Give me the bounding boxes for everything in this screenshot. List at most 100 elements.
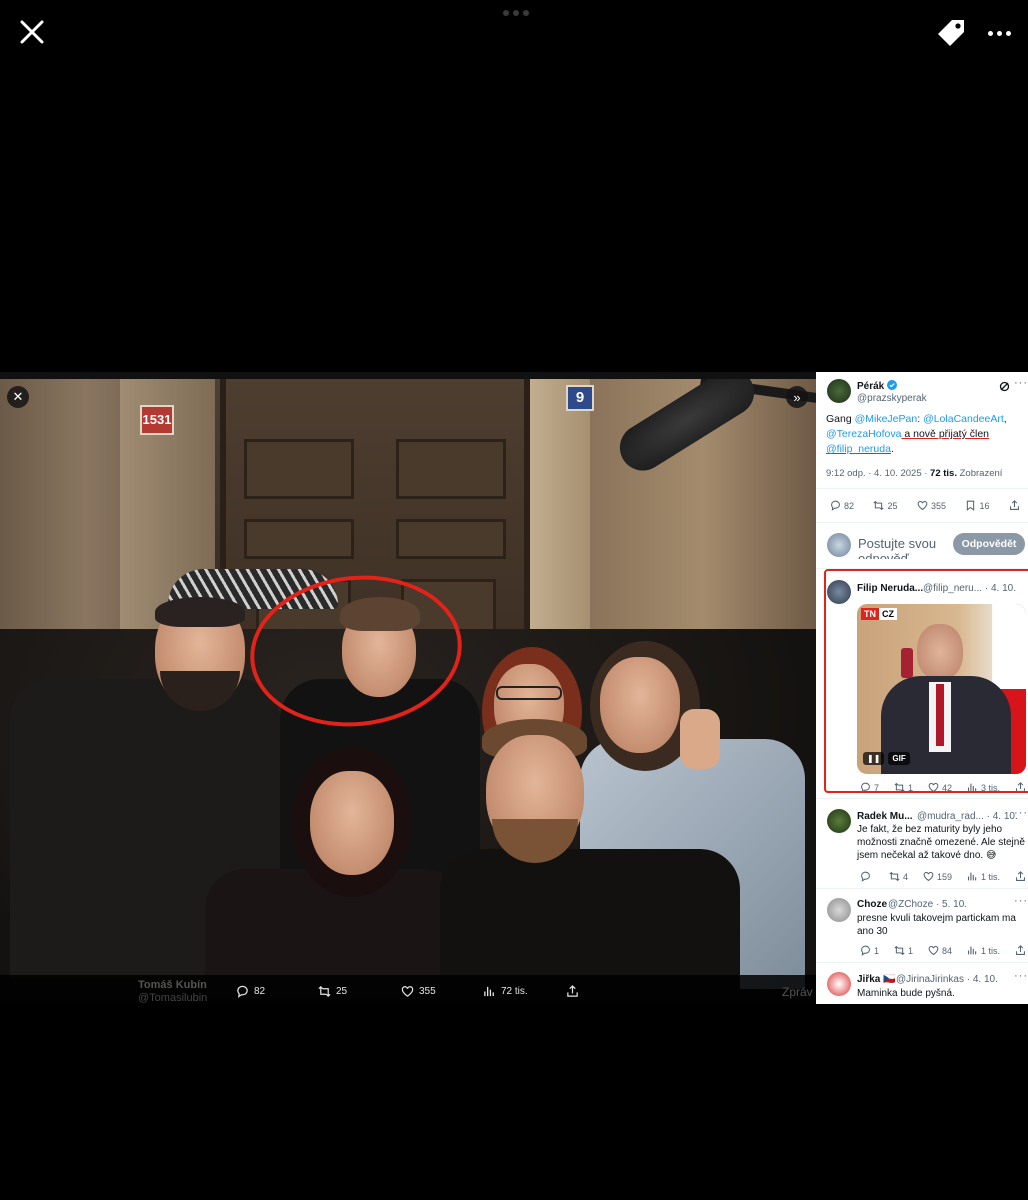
embedded-screenshot: 1531 9 ✕ » Tomáš Kubín @Tomasilubin 82 2… (0, 372, 1028, 1004)
tweet-text: Gang @MikeJePan: @LolaCandeeArt, @Tereza… (826, 413, 1007, 455)
heart-icon (917, 500, 928, 511)
retweet-icon (889, 871, 900, 882)
pause-icon[interactable]: ❚❚ (863, 752, 885, 765)
share-action[interactable] (566, 985, 579, 998)
mention-link[interactable]: @MikeJePan (855, 413, 918, 425)
reply-icon (861, 871, 870, 882)
heart-icon (928, 782, 939, 793)
verified-badge-icon (887, 380, 898, 390)
photo-action-bar: Tomáš Kubín @Tomasilubin 82 25 355 72 ti… (0, 975, 816, 1004)
tn-badge: TN (861, 608, 879, 620)
close-icon: ✕ (12, 389, 24, 404)
retweet-icon (894, 945, 905, 956)
views-action[interactable]: 72 tis. (483, 985, 528, 998)
reply-author-handle[interactable]: @mudra_rad... · 4. 10. (917, 811, 1018, 822)
views-chart-icon (484, 986, 494, 997)
reply-icon (237, 985, 248, 998)
retweet-stat[interactable]: 1 (894, 782, 913, 793)
retweet-stat[interactable]: 4 (889, 871, 908, 882)
like-stat[interactable]: 84 (928, 945, 952, 956)
reply-author-name[interactable]: Jiřka 🇨🇿 (857, 974, 896, 985)
close-button[interactable] (16, 16, 48, 48)
tweet-stats: 82 25 355 16 (830, 500, 1020, 511)
retweet-icon (318, 986, 331, 997)
mention-link[interactable]: @filip_neruda (826, 443, 891, 455)
reply-avatar[interactable] (827, 580, 851, 604)
views-stat[interactable]: 3 tis. (967, 782, 1000, 793)
reply-stat[interactable]: 82 (830, 500, 854, 511)
reply-more-icon[interactable]: ··· (1014, 895, 1028, 907)
next-label: Zpráv (782, 985, 813, 999)
views-chart-icon (968, 946, 977, 955)
more-options-button[interactable] (984, 18, 1014, 48)
heart-icon (928, 945, 939, 956)
author-avatar[interactable] (827, 379, 851, 403)
retweet-stat[interactable]: 25 (873, 500, 898, 511)
share-icon (567, 985, 578, 997)
reply-text: Maminka bude pyšná. (857, 988, 955, 999)
share-stat[interactable] (1015, 871, 1026, 882)
reply-count: 82 (254, 986, 266, 997)
heart-icon (401, 986, 414, 997)
reply-stats: 1 1 84 1 tis. (860, 945, 1026, 956)
collapse-panel-button[interactable]: » (786, 386, 808, 408)
author-name[interactable]: Pérák (857, 380, 898, 392)
retweet-action[interactable]: 25 (318, 985, 347, 998)
like-count: 355 (419, 986, 436, 997)
reply-stats: 4 159 1 tis. (860, 871, 1026, 882)
reply-more-icon[interactable]: ··· (1014, 970, 1028, 982)
share-stat[interactable] (1015, 945, 1026, 956)
reply-author-name[interactable]: Filip Neruda... (857, 583, 923, 594)
reply-stat[interactable]: 7 (860, 782, 879, 793)
building-number-sign: 1531 (140, 405, 174, 435)
reply-author-handle[interactable]: @JirinaJirinkas · 4. 10. (896, 974, 998, 985)
faded-author-handle: @Tomasilubin (138, 992, 208, 1004)
like-stat[interactable]: 42 (928, 782, 952, 793)
views-chart-icon (968, 783, 977, 792)
retweet-icon (873, 500, 885, 511)
mention-link[interactable]: @LolaCandeeArt (923, 413, 1004, 425)
reply-action[interactable]: 82 (236, 985, 265, 998)
share-stat[interactable] (1015, 782, 1026, 793)
photo-close-button[interactable]: ✕ (7, 386, 29, 408)
reply-avatar[interactable] (827, 809, 851, 833)
like-stat[interactable]: 355 (917, 500, 946, 511)
house-number-sign: 9 (566, 385, 594, 411)
reply-avatar[interactable] (827, 972, 851, 996)
tag-icon (938, 20, 964, 46)
like-stat[interactable]: 159 (923, 871, 952, 882)
reply-stat[interactable] (860, 871, 874, 882)
mention-link[interactable]: @TerezaHofova (826, 428, 901, 440)
reply-input[interactable]: Postujte svou odpověď (858, 536, 936, 559)
tag-button[interactable] (934, 16, 968, 50)
grok-icon[interactable] (999, 381, 1010, 395)
tweet-timestamp: 9:12 odp. · 4. 10. 2025 · 72 tis. Zobraz… (826, 468, 1003, 479)
tweet-more-icon[interactable]: ··· (1014, 377, 1028, 389)
reply-author-name[interactable]: Radek Mu... (857, 811, 913, 822)
reply-submit-button[interactable]: Odpovědět (953, 533, 1025, 555)
reply-more-icon[interactable]: ··· (1014, 807, 1028, 819)
current-user-avatar (827, 533, 851, 557)
views-stat[interactable]: 1 tis. (967, 871, 1000, 882)
retweet-count: 25 (336, 986, 348, 997)
reply-author-handle[interactable]: @ZChoze · 5. 10. (888, 899, 967, 910)
views-chart-icon (968, 872, 977, 881)
faded-author-name: Tomáš Kubín (138, 979, 207, 991)
reply-avatar[interactable] (827, 898, 851, 922)
bookmark-icon (967, 500, 975, 511)
share-icon (1016, 782, 1025, 792)
like-action[interactable]: 355 (401, 985, 436, 998)
share-icon (1016, 871, 1025, 881)
share-stat[interactable] (1009, 500, 1020, 511)
reply-author-name[interactable]: Choze (857, 899, 887, 910)
reply-gif[interactable]: TN CZ ❚❚ GIF (857, 604, 1026, 774)
retweet-stat[interactable]: 1 (894, 945, 913, 956)
reply-stats: 7 1 42 3 tis. (860, 782, 1026, 793)
views-stat[interactable]: 1 tis. (967, 945, 1000, 956)
author-handle[interactable]: @prazskyperak (857, 393, 927, 404)
view-count: 72 tis. (501, 986, 528, 997)
reply-icon (861, 782, 870, 793)
bookmark-stat[interactable]: 16 (965, 500, 989, 511)
reply-author-handle[interactable]: @filip_neru... · 4. 10. (923, 583, 1016, 594)
reply-stat[interactable]: 1 (860, 945, 879, 956)
